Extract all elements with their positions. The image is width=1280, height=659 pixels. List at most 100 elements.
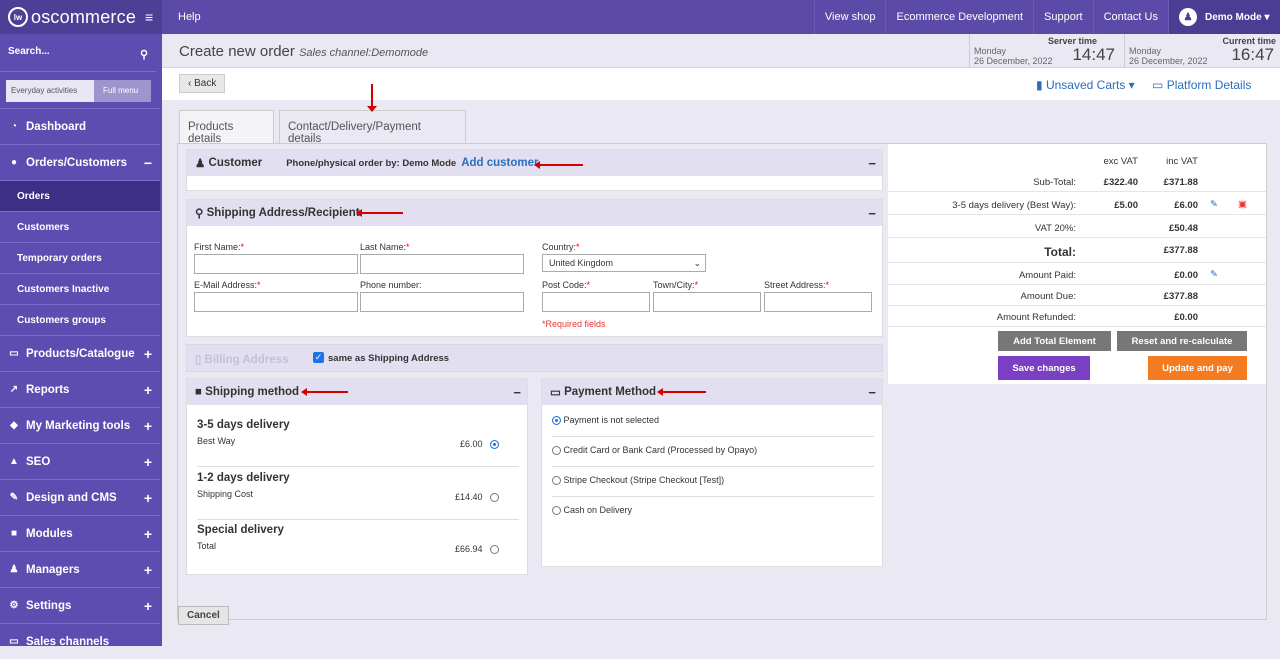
shipping-option[interactable]: 3-5 days delivery Best Way £6.00	[197, 419, 519, 467]
collapse-icon[interactable]: −	[868, 206, 876, 221]
sidebar-search[interactable]: Search... ⚲	[0, 34, 156, 72]
truck-icon: ■	[195, 386, 206, 398]
delete-icon[interactable]: ▣	[1238, 199, 1247, 210]
shipping-option[interactable]: 1-2 days delivery Shipping Cost £14.40	[197, 472, 519, 520]
sidebar-item-reports[interactable]: ↗ Reports +	[0, 371, 160, 407]
payment-option[interactable]: Credit Card or Bank Card (Processed by O…	[552, 437, 874, 467]
collapse-icon[interactable]: −	[868, 156, 876, 171]
sidebar-item-design-cms[interactable]: ✎ Design and CMS +	[0, 479, 160, 515]
annotation-arrow	[371, 84, 373, 108]
first-name-input[interactable]	[194, 254, 358, 274]
save-changes-button[interactable]: Save changes	[998, 356, 1090, 380]
back-button[interactable]: ‹ Back	[179, 74, 226, 93]
support-link[interactable]: Support	[1033, 0, 1093, 34]
town-label: Town/City:*	[653, 280, 699, 290]
post-code-input[interactable]	[542, 292, 650, 312]
sidebar-item-orders[interactable]: Orders	[0, 180, 160, 211]
payment-radio[interactable]	[552, 506, 561, 516]
shipping-option[interactable]: Special delivery Total £66.94	[197, 524, 519, 572]
search-icon[interactable]: ⚲	[140, 48, 148, 61]
help-link[interactable]: Help	[178, 11, 201, 23]
shipping-method-box: ■ Shipping method − 3-5 days delivery Be…	[186, 378, 528, 575]
full-menu-button[interactable]: Full menu	[94, 80, 151, 102]
country-select[interactable]: United Kingdom ⌄	[542, 254, 706, 272]
sidebar-item-marketing[interactable]: ◆ My Marketing tools +	[0, 407, 160, 443]
reset-recalculate-button[interactable]: Reset and re-calculate	[1117, 331, 1247, 351]
shipping-radio[interactable]	[490, 493, 499, 503]
payment-option[interactable]: Payment is not selected	[552, 407, 874, 437]
sidebar-item-sales-channels[interactable]: ▭ Sales channels	[0, 623, 160, 659]
sidebar-item-temporary-orders[interactable]: Temporary orders	[0, 242, 160, 273]
total-row: Amount Due: £377.88	[888, 285, 1266, 306]
cancel-button[interactable]: Cancel	[178, 606, 229, 625]
sidebar-item-dashboard[interactable]: ◔ Dashboard	[0, 108, 160, 144]
phone-label: Phone number:	[360, 280, 422, 290]
billing-box: ▯ Billing Address ✓ same as Shipping Add…	[186, 344, 883, 372]
totals-header: exc VAT inc VAT	[1103, 156, 1199, 167]
payment-radio[interactable]	[552, 416, 561, 426]
sidebar-item-customers-inactive[interactable]: Customers Inactive	[0, 273, 160, 304]
update-and-pay-button[interactable]: Update and pay	[1148, 356, 1247, 380]
shipping-radio[interactable]	[490, 440, 499, 450]
sidebar-item-seo[interactable]: ▲ SEO +	[0, 443, 160, 479]
tab-contact-delivery-payment[interactable]: Contact/Delivery/Payment details	[279, 110, 466, 145]
ecommerce-development-link[interactable]: Ecommerce Development	[885, 0, 1033, 34]
add-customer-link[interactable]: Add customer	[461, 157, 538, 169]
sidebar-item-settings[interactable]: ⚙ Settings +	[0, 587, 160, 623]
logo[interactable]: lw oscommerce	[0, 0, 162, 34]
total-row: Amount Paid: £0.00 ✎	[888, 264, 1266, 285]
payment-radio[interactable]	[552, 476, 561, 486]
same-as-shipping-checkbox[interactable]: ✓	[313, 352, 324, 363]
add-total-element-button[interactable]: Add Total Element	[998, 331, 1111, 351]
unsaved-carts-link[interactable]: ▮ Unsaved Carts ▾	[1036, 78, 1135, 92]
email-label: E-Mail Address:*	[194, 280, 261, 290]
server-time: Server time Monday 26 December, 2022 14:4…	[969, 34, 1121, 68]
customer-info: Phone/physical order by: Demo Mode	[286, 157, 457, 169]
sidebar-item-customers[interactable]: Customers	[0, 211, 160, 242]
expand-icon: +	[143, 597, 152, 614]
everyday-activities-button[interactable]: Everyday activities	[6, 80, 94, 102]
sidebar-item-products-catalogue[interactable]: ▭ Products/Catalogue +	[0, 335, 160, 371]
collapse-icon[interactable]: −	[513, 385, 521, 400]
sidebar-item-orders-customers[interactable]: ● Orders/Customers −	[0, 144, 160, 180]
page-title: Create new order Sales channel:Demomode	[179, 43, 429, 60]
sales-channel: Sales channel:Demomode	[299, 47, 429, 59]
sidebar-item-customers-groups[interactable]: Customers groups	[0, 304, 160, 335]
search-input[interactable]: Search...	[8, 46, 50, 57]
email-input[interactable]	[194, 292, 358, 312]
town-input[interactable]	[653, 292, 761, 312]
platform-details-link[interactable]: ▭ Platform Details	[1152, 78, 1251, 92]
payment-radio[interactable]	[552, 446, 561, 456]
expand-icon: +	[143, 489, 152, 506]
edit-icon[interactable]: ✎	[1210, 199, 1218, 210]
user-icon: ♟	[195, 158, 209, 170]
street-label: Street Address:*	[764, 280, 830, 290]
order-totals: exc VAT inc VAT Sub-Total: £322.40 £371.88…	[888, 144, 1266, 384]
expand-icon: +	[143, 417, 152, 434]
last-name-input[interactable]	[360, 254, 524, 274]
user-icon: ♟	[1179, 8, 1197, 26]
view-shop-link[interactable]: View shop	[813, 0, 886, 34]
tab-products-details[interactable]: Products details	[179, 110, 274, 145]
users-icon: ●	[10, 157, 18, 168]
logo-text: oscommerce	[31, 6, 137, 27]
payment-option[interactable]: Cash on Delivery	[552, 497, 874, 527]
sidebar-item-managers[interactable]: ♟ Managers +	[0, 551, 160, 587]
shipping-radio[interactable]	[490, 545, 499, 555]
edit-icon[interactable]: ✎	[1210, 269, 1218, 280]
folder-icon: ▭	[9, 348, 19, 359]
collapse-icon[interactable]: −	[868, 385, 876, 400]
contact-us-link[interactable]: Contact Us	[1092, 0, 1168, 34]
user-menu[interactable]: ♟ Demo Mode ▾	[1168, 0, 1280, 34]
menu-toggle-icon[interactable]: ≡	[145, 9, 153, 25]
post-code-label: Post Code:*	[542, 280, 591, 290]
user-icon: ♟	[9, 564, 19, 575]
phone-input[interactable]	[360, 292, 524, 312]
street-input[interactable]	[764, 292, 872, 312]
monitor-icon: ▭	[9, 636, 19, 647]
payment-method-header: ▭ Payment Method −	[542, 379, 882, 405]
brush-icon: ✎	[9, 492, 19, 503]
main-area: Create new order Sales channel:Demomode …	[162, 34, 1280, 646]
sidebar-item-modules[interactable]: ■ Modules +	[0, 515, 160, 551]
payment-option[interactable]: Stripe Checkout (Stripe Checkout [Test])	[552, 467, 874, 497]
